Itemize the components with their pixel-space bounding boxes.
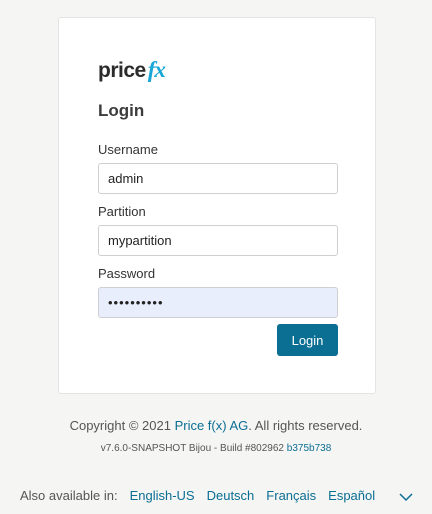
pricefx-logo: price fx — [98, 57, 166, 83]
lang-english-us[interactable]: English-US — [130, 488, 195, 503]
login-page: price fx Login Username Partition Passwo… — [0, 0, 432, 514]
build-version: v7.6.0-SNAPSHOT Bijou - Build #802962 — [100, 443, 287, 454]
language-selector: Also available in: English-US Deutsch Fr… — [20, 488, 375, 503]
partition-label: Partition — [98, 204, 146, 219]
lang-espanol[interactable]: Español — [328, 488, 375, 503]
password-field[interactable] — [98, 287, 338, 318]
copyright-suffix: . All rights reserved. — [248, 418, 363, 433]
username-field[interactable] — [98, 163, 338, 194]
build-info: v7.6.0-SNAPSHOT Bijou - Build #802962 b3… — [0, 443, 432, 454]
company-link[interactable]: Price f(x) AG — [175, 418, 249, 433]
logo-price-text: price — [98, 59, 146, 82]
login-button[interactable]: Login — [277, 324, 338, 356]
also-available-label: Also available in: — [20, 488, 118, 503]
username-label: Username — [98, 142, 158, 157]
login-card: price fx Login Username Partition Passwo… — [58, 17, 376, 394]
lang-deutsch[interactable]: Deutsch — [207, 488, 255, 503]
copyright-text: Copyright © 2021 Price f(x) AG. All righ… — [0, 418, 432, 433]
copyright-prefix: Copyright © 2021 — [69, 418, 175, 433]
login-title: Login — [98, 101, 145, 120]
lang-francais[interactable]: Français — [266, 488, 316, 503]
partition-field[interactable] — [98, 225, 338, 256]
password-label: Password — [98, 266, 156, 281]
build-hash-link[interactable]: b375b738 — [287, 443, 332, 454]
logo-fx-text: fx — [147, 57, 166, 82]
chevron-down-icon[interactable] — [399, 490, 413, 504]
